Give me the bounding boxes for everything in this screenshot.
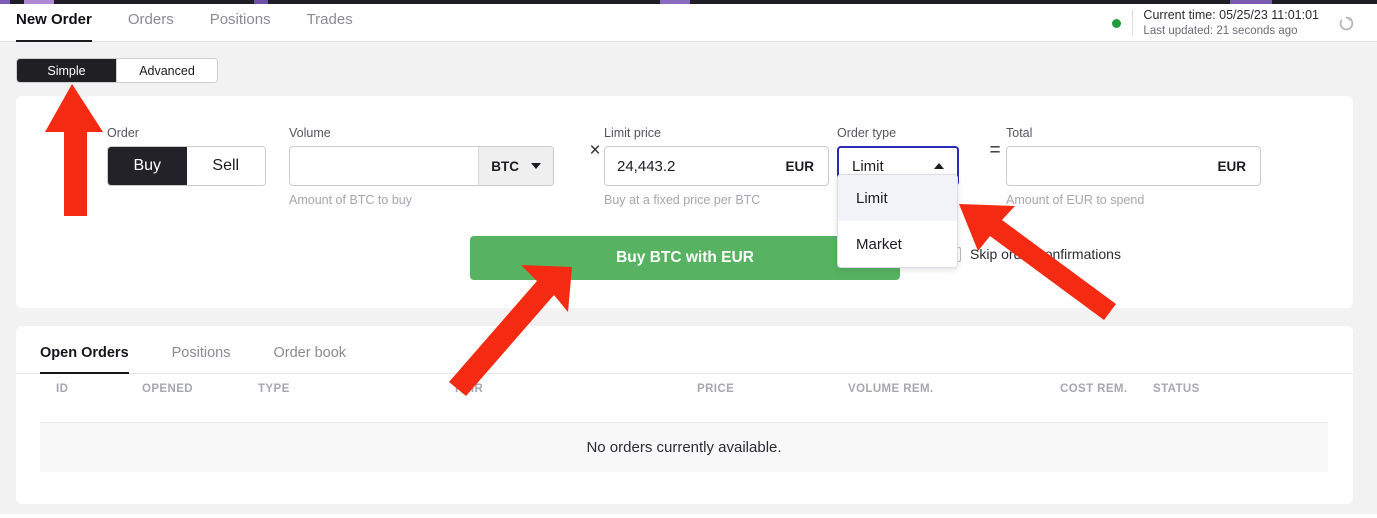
volume-input-shell: BTC [289, 146, 554, 186]
limit-price-hint: Buy at a fixed price per BTC [604, 193, 761, 207]
app-root: New Order Orders Positions Trades Curren… [0, 4, 1377, 514]
limit-price-input-shell: EUR [604, 146, 829, 186]
skip-confirmations-checkbox[interactable]: Skip order confirmations [946, 246, 1121, 262]
order-type-option-market-label: Market [856, 235, 902, 253]
volume-group: Volume BTC Amount of BTC to buy [289, 126, 554, 207]
column-header-status: STATUS [1153, 383, 1200, 395]
last-updated-text: Last updated: 21 seconds ago [1143, 24, 1298, 37]
column-header-pair: PAIR [455, 383, 484, 395]
total-hint: Amount of EUR to spend [1006, 193, 1145, 207]
mode-button-simple-label: Simple [47, 63, 86, 78]
status-divider [1132, 10, 1134, 36]
order-side-label: Order [107, 126, 139, 140]
orders-empty-state: No orders currently available. [40, 422, 1328, 472]
volume-currency-select[interactable]: BTC [478, 147, 553, 185]
mode-button-simple[interactable]: Simple [17, 59, 117, 82]
column-header-volume-rem: VOLUME REM. [848, 383, 934, 395]
column-header-price: PRICE [697, 383, 735, 395]
order-type-option-limit-label: Limit [856, 189, 888, 207]
order-type-option-market[interactable]: Market [838, 221, 957, 267]
volume-hint: Amount of BTC to buy [289, 193, 412, 207]
current-time-text: Current time: 05/25/23 11:01:01 [1143, 7, 1319, 22]
skip-confirmations-label: Skip order confirmations [970, 246, 1121, 262]
tab-positions[interactable]: Positions [210, 4, 289, 42]
submit-order-button[interactable]: Buy BTC with EUR [470, 236, 900, 280]
tab-new-order[interactable]: New Order [16, 4, 110, 42]
mode-button-advanced-label: Advanced [139, 63, 195, 78]
total-group: Total EUR Amount of EUR to spend [1006, 126, 1261, 207]
order-type-option-limit[interactable]: Limit [838, 175, 957, 221]
tab-orders-label: Orders [127, 11, 174, 28]
tab-open-orders[interactable]: Open Orders [40, 345, 129, 374]
chevron-up-icon [934, 163, 944, 169]
equals-operator: = [989, 140, 1001, 161]
sell-button-label: Sell [212, 157, 240, 174]
column-header-id: ID [56, 383, 69, 395]
tab-orders[interactable]: Orders [128, 4, 192, 42]
order-type-selected-value: Limit [852, 157, 884, 175]
chevron-down-icon [531, 163, 541, 169]
column-header-cost-rem: COST REM. [1060, 383, 1128, 395]
new-order-card: Order Buy Sell Volume BTC Amount of BTC … [16, 96, 1353, 308]
mode-button-advanced[interactable]: Advanced [117, 59, 217, 82]
mode-switch: Simple Advanced [16, 58, 218, 83]
volume-label: Volume [289, 126, 331, 140]
tab-order-book[interactable]: Order book [273, 345, 346, 373]
status-text-block: Current time: 05/25/23 11:01:01 Last upd… [1143, 7, 1319, 39]
multiply-operator: × [589, 140, 601, 161]
tab-positions-label: Positions [209, 11, 271, 28]
order-type-label: Order type [837, 126, 897, 140]
connection-status-cluster: Current time: 05/25/23 11:01:01 Last upd… [1112, 4, 1367, 42]
connection-status-dot [1112, 18, 1122, 28]
column-header-opened: OPENED [142, 383, 193, 395]
limit-price-group: Limit price EUR Buy at a fixed price per… [604, 126, 829, 207]
total-input-shell: EUR [1006, 146, 1261, 186]
orders-table-header: ID OPENED TYPE PAIR PRICE VOLUME REM. CO… [16, 374, 1353, 406]
tab-trades[interactable]: Trades [307, 4, 371, 42]
volume-currency-label: BTC [491, 158, 519, 174]
total-input[interactable] [1007, 147, 1210, 185]
tab-new-order-label: New Order [16, 11, 92, 28]
order-action-row: Buy BTC with EUR Skip order confirmation… [16, 232, 1353, 308]
limit-price-currency: EUR [785, 158, 814, 174]
buy-sell-toggle: Buy Sell [107, 146, 266, 186]
buy-button[interactable]: Buy [108, 147, 187, 185]
top-navigation-bar: New Order Orders Positions Trades Curren… [0, 4, 1377, 42]
sell-button[interactable]: Sell [186, 147, 265, 185]
order-side-group: Order Buy Sell [107, 126, 266, 186]
order-type-dropdown-menu: Limit Market [837, 174, 958, 268]
tab-trades-label: Trades [306, 11, 353, 28]
tab-panel-positions-label: Positions [171, 345, 231, 361]
limit-price-label: Limit price [604, 126, 661, 140]
limit-price-input[interactable] [605, 147, 778, 185]
total-label: Total [1006, 126, 1033, 140]
buy-button-label: Buy [133, 157, 162, 174]
column-header-type: TYPE [258, 383, 290, 395]
tab-order-book-label: Order book [273, 345, 347, 361]
total-currency: EUR [1217, 158, 1246, 174]
volume-input[interactable] [290, 147, 479, 185]
orders-panel-card: Open Orders Positions Order book ID OPEN… [16, 326, 1353, 504]
tab-panel-positions[interactable]: Positions [172, 345, 231, 373]
main-tab-list: New Order Orders Positions Trades [16, 4, 389, 42]
tab-open-orders-label: Open Orders [40, 345, 129, 361]
refresh-icon[interactable] [1337, 14, 1355, 32]
order-form-row: Order Buy Sell Volume BTC Amount of BTC … [16, 96, 1353, 216]
orders-tab-list: Open Orders Positions Order book [16, 326, 1353, 374]
